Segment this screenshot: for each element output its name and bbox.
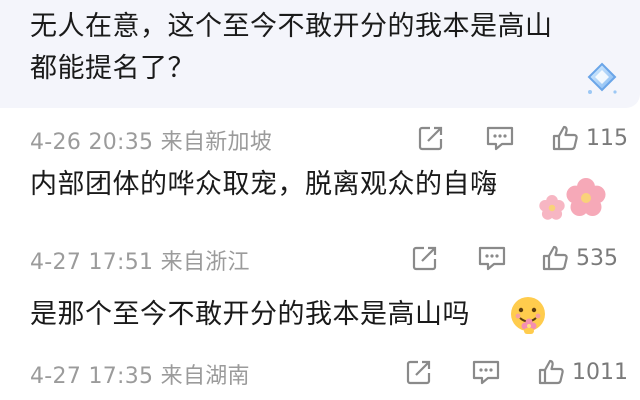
comment-3-like-count: 1011	[572, 359, 628, 385]
comment-1-like-button[interactable]: 115	[550, 118, 628, 158]
comment-1-date: 4-26	[30, 130, 82, 155]
share-icon	[412, 246, 437, 271]
comment-1-meta-row: 4-26 20:35 来自新加坡 115	[0, 118, 640, 158]
comment-2-date: 4-27	[30, 250, 82, 275]
comment-3-location: 来自湖南	[160, 364, 250, 389]
comment-2-comment-button[interactable]	[476, 238, 508, 278]
comment-2-like-count: 535	[576, 245, 618, 271]
comment-1-text: 无人在意，这个至今不敢开分的我本是高山 都能提名了？	[30, 6, 620, 90]
comment-3-like-button[interactable]: 1011	[536, 352, 628, 392]
comment-2-meta-row: 4-27 17:51 来自浙江 535	[0, 238, 640, 278]
comment-1-location: 来自新加坡	[160, 130, 273, 155]
comment-3-meta: 4-27 17:35 来自湖南	[30, 358, 250, 390]
comment-1-comment-button[interactable]	[484, 118, 516, 158]
comment-2-time: 17:51	[88, 250, 154, 275]
share-icon	[406, 360, 431, 385]
comment-2-share-button[interactable]	[410, 238, 440, 278]
comment-icon	[486, 126, 514, 151]
comment-2-location: 来自浙江	[160, 250, 250, 275]
comment-3-meta-row: 4-27 17:35 来自湖南 1011	[0, 352, 640, 392]
thumbs-up-icon	[538, 359, 564, 385]
comment-1-text-line2: 都能提名了？	[30, 53, 195, 84]
comment-2-text: 内部团体的哗众取宠，脱离观众的自嗨	[30, 164, 620, 206]
comment-1-time: 20:35	[88, 130, 154, 155]
share-icon	[418, 126, 443, 151]
comment-3-share-button[interactable]	[404, 352, 434, 392]
comment-2-like-button[interactable]: 535	[540, 238, 618, 278]
comment-3-comment-button[interactable]	[470, 352, 502, 392]
comment-icon	[472, 360, 500, 385]
comment-2-meta: 4-27 17:51 来自浙江	[30, 244, 250, 276]
comment-1-share-button[interactable]	[416, 118, 446, 158]
comment-3-time: 17:35	[88, 364, 154, 389]
diamond-badge-icon	[587, 62, 617, 94]
comment-icon	[478, 246, 506, 271]
thumbs-up-icon	[542, 245, 568, 271]
cherry-blossom-icon	[539, 178, 606, 220]
comment-1-like-count: 115	[586, 125, 628, 151]
comment-2-text-line1: 内部团体的哗众取宠，脱离观众的自嗨	[30, 169, 498, 200]
comment-3-date: 4-27	[30, 364, 82, 389]
comment-1-text-line1: 无人在意，这个至今不敢开分的我本是高山	[30, 11, 553, 42]
thumbs-up-icon	[552, 125, 578, 151]
flower-face-emoji-icon	[511, 297, 545, 334]
comment-1-meta: 4-26 20:35 来自新加坡	[30, 124, 272, 156]
